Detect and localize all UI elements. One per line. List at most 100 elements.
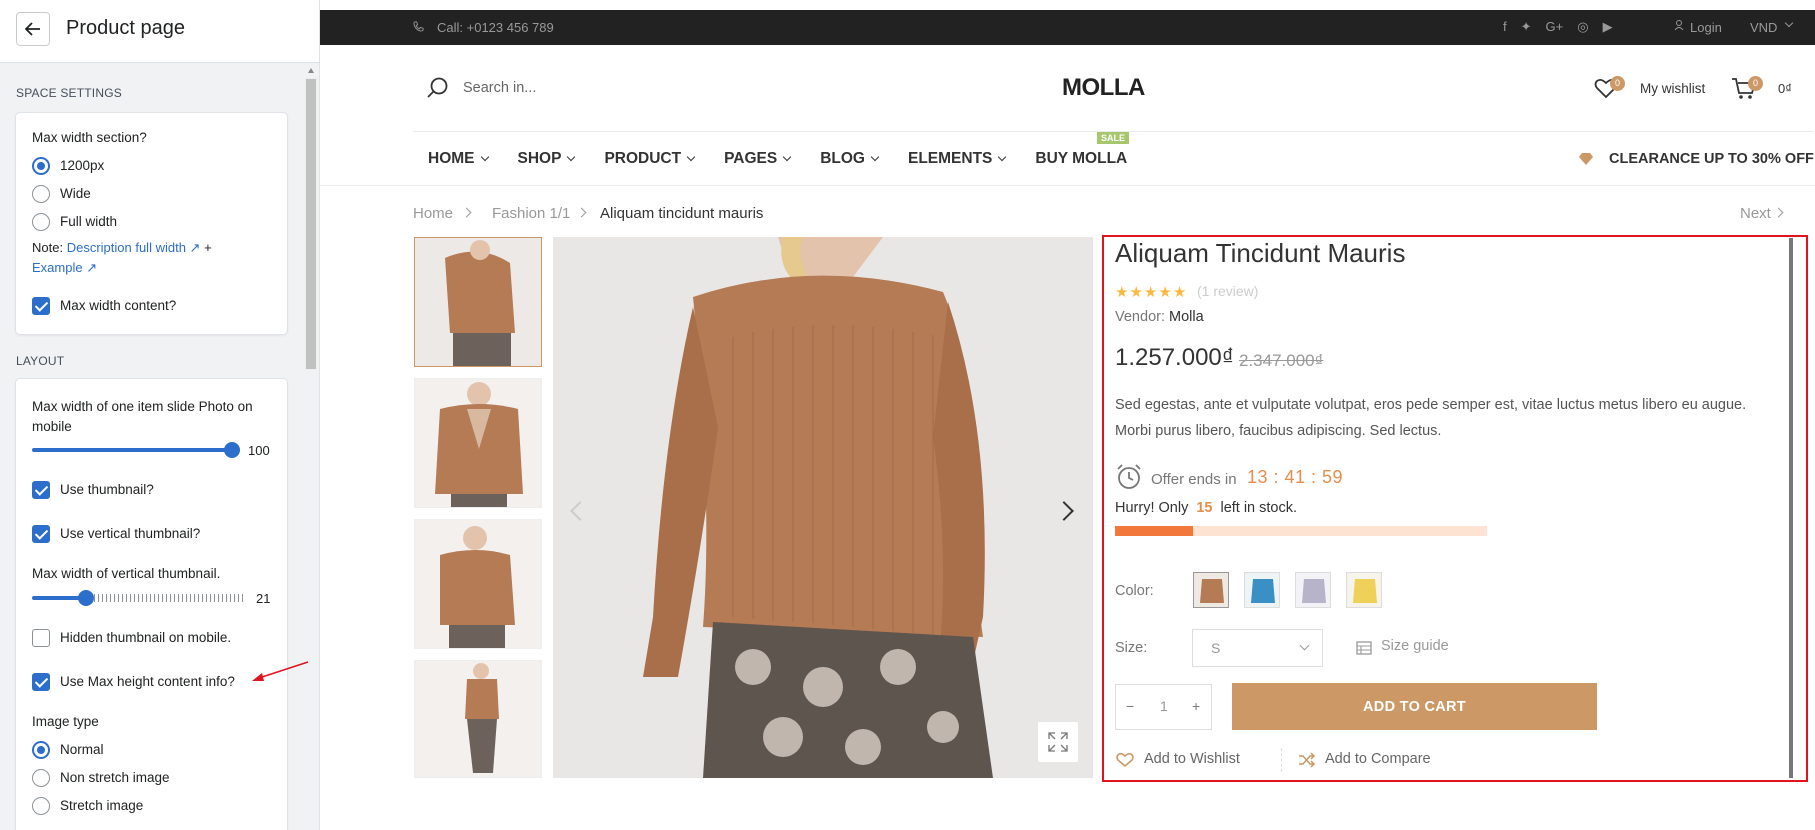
quantity-stepper[interactable]: − 1 + bbox=[1115, 684, 1212, 730]
shuffle-icon bbox=[1299, 752, 1316, 768]
swatch-image bbox=[1245, 573, 1279, 607]
phone-icon bbox=[413, 20, 424, 35]
use-thumbnail-checkbox[interactable] bbox=[32, 481, 50, 499]
facebook-icon[interactable]: f bbox=[1503, 19, 1507, 35]
hidden-thumbnail-mobile-checkbox[interactable] bbox=[32, 629, 50, 647]
rating-stars: ★★★★★ bbox=[1115, 283, 1187, 301]
product-thumbnail[interactable] bbox=[414, 660, 542, 778]
wishlist-link[interactable]: My wishlist bbox=[1640, 81, 1705, 96]
add-to-wishlist-link[interactable]: Add to Wishlist bbox=[1144, 751, 1240, 767]
vendor-name[interactable]: Molla bbox=[1169, 309, 1204, 325]
panel-scrollbar[interactable] bbox=[305, 66, 317, 830]
vertical-width-slider-thumb[interactable] bbox=[78, 590, 94, 606]
thumbnail-image bbox=[415, 379, 541, 507]
plus-icon[interactable]: + bbox=[1192, 698, 1200, 714]
nav-buy-molla[interactable]: BUY MOLLA bbox=[1035, 150, 1127, 168]
radio-1200px-label: 1200px bbox=[60, 158, 105, 173]
add-to-cart-button[interactable]: ADD TO CART bbox=[1232, 683, 1597, 730]
social-links: f ✦ G+ ◎ ▶ bbox=[1503, 19, 1613, 35]
product-main-image[interactable] bbox=[553, 237, 1093, 778]
minus-icon[interactable]: − bbox=[1126, 698, 1134, 714]
nav-buy-molla-label: BUY MOLLA bbox=[1035, 150, 1128, 167]
color-swatch-brown[interactable] bbox=[1193, 572, 1229, 608]
chevron-down-icon bbox=[1299, 640, 1310, 651]
max-width-content-label: Max width content? bbox=[60, 298, 177, 313]
product-thumbnail[interactable] bbox=[414, 378, 542, 508]
product-info-scrollbar[interactable] bbox=[1789, 238, 1793, 778]
radio-1200px[interactable] bbox=[32, 157, 50, 175]
example-link[interactable]: Example bbox=[32, 260, 83, 275]
radio-normal[interactable] bbox=[32, 741, 50, 759]
product-title: Aliquam Tincidunt Mauris bbox=[1115, 238, 1406, 268]
product-thumbnail[interactable] bbox=[414, 237, 542, 367]
vertical-width-slider[interactable] bbox=[32, 596, 84, 600]
nav-pages[interactable]: PAGES bbox=[724, 150, 792, 168]
radio-wide-label: Wide bbox=[60, 186, 91, 201]
chevron-down-icon bbox=[782, 152, 792, 162]
nav-elements[interactable]: ELEMENTS bbox=[908, 150, 1007, 168]
image-type-label: Image type bbox=[32, 714, 99, 729]
fullscreen-button[interactable] bbox=[1038, 722, 1078, 762]
heart-icon bbox=[1116, 752, 1134, 768]
scrollbar-thumb[interactable] bbox=[305, 78, 317, 370]
nav-product[interactable]: PRODUCT bbox=[604, 150, 696, 168]
youtube-icon[interactable]: ▶ bbox=[1603, 19, 1613, 35]
phone-number[interactable]: Call: +0123 456 789 bbox=[437, 20, 554, 35]
search-input[interactable]: Search in... bbox=[463, 80, 536, 96]
wishlist-count-badge: 0 bbox=[1610, 76, 1625, 91]
breadcrumb-home[interactable]: Home bbox=[413, 205, 453, 222]
add-to-compare-link[interactable]: Add to Compare bbox=[1325, 751, 1431, 767]
color-swatch-blue[interactable] bbox=[1244, 572, 1280, 608]
radio-full-width[interactable] bbox=[32, 213, 50, 231]
store-topbar: Call: +0123 456 789 f ✦ G+ ◎ ▶ Login VND bbox=[320, 10, 1815, 45]
slide-width-slider-thumb[interactable] bbox=[224, 442, 240, 458]
red-arrow-annotation-icon bbox=[252, 661, 309, 681]
scroll-up-arrow[interactable] bbox=[308, 68, 314, 73]
color-swatch-yellow[interactable] bbox=[1346, 572, 1382, 608]
login-link[interactable]: Login bbox=[1690, 20, 1722, 35]
nav-shop-label: SHOP bbox=[517, 150, 562, 167]
breadcrumb-current: Aliquam tincidunt mauris bbox=[600, 205, 764, 222]
next-product-link[interactable]: Next bbox=[1740, 205, 1771, 222]
store-logo[interactable]: MOLLA bbox=[1062, 74, 1145, 102]
radio-non-stretch-label: Non stretch image bbox=[60, 770, 170, 785]
use-vertical-thumbnail-checkbox[interactable] bbox=[32, 525, 50, 543]
back-button[interactable] bbox=[16, 12, 50, 46]
arrow-left-icon bbox=[25, 22, 40, 36]
twitter-icon[interactable]: ✦ bbox=[1521, 19, 1532, 35]
radio-wide[interactable] bbox=[32, 185, 50, 203]
max-height-content-checkbox[interactable] bbox=[32, 673, 50, 691]
max-width-content-checkbox[interactable] bbox=[32, 297, 50, 315]
alarm-clock-icon bbox=[1117, 464, 1141, 489]
reviews-link[interactable]: (1 review) bbox=[1197, 283, 1258, 299]
radio-non-stretch[interactable] bbox=[32, 769, 50, 787]
slide-width-slider[interactable] bbox=[32, 448, 232, 452]
breadcrumb-fashion[interactable]: Fashion 1/1 bbox=[492, 205, 570, 222]
product-thumbnail[interactable] bbox=[414, 519, 542, 649]
nav-product-label: PRODUCT bbox=[604, 150, 682, 167]
instagram-icon[interactable]: ◎ bbox=[1577, 19, 1588, 35]
nav-shop[interactable]: SHOP bbox=[517, 150, 576, 168]
size-select[interactable]: S bbox=[1192, 629, 1323, 667]
cart-total[interactable]: 0₫ bbox=[1778, 81, 1792, 96]
chevron-right-icon bbox=[461, 207, 472, 218]
description-full-width-link[interactable]: Description full width bbox=[67, 240, 186, 255]
currency-select[interactable]: VND bbox=[1750, 20, 1777, 35]
app-root: Product page SPACE SETTINGS Max width se… bbox=[0, 0, 1815, 830]
old-price: 2.347.000₫ bbox=[1239, 351, 1324, 370]
radio-stretch[interactable] bbox=[32, 797, 50, 815]
color-label: Color: bbox=[1115, 583, 1154, 599]
vendor-line: Vendor: Molla bbox=[1115, 309, 1204, 325]
nav-home[interactable]: HOME bbox=[428, 150, 489, 168]
nav-blog[interactable]: BLOG bbox=[820, 150, 880, 168]
search-icon[interactable] bbox=[426, 76, 450, 100]
color-swatch-lavender[interactable] bbox=[1295, 572, 1331, 608]
swatch-image bbox=[1194, 573, 1228, 607]
clearance-link[interactable]: CLEARANCE UP TO 30% OFF bbox=[1609, 151, 1814, 167]
google-plus-icon[interactable]: G+ bbox=[1546, 19, 1564, 35]
size-guide-link[interactable]: Size guide bbox=[1381, 638, 1449, 654]
radio-normal-label: Normal bbox=[60, 742, 104, 757]
quantity-value[interactable]: 1 bbox=[1160, 698, 1168, 714]
stock-qty: 15 bbox=[1196, 500, 1213, 516]
thumbnail-image bbox=[415, 238, 541, 366]
